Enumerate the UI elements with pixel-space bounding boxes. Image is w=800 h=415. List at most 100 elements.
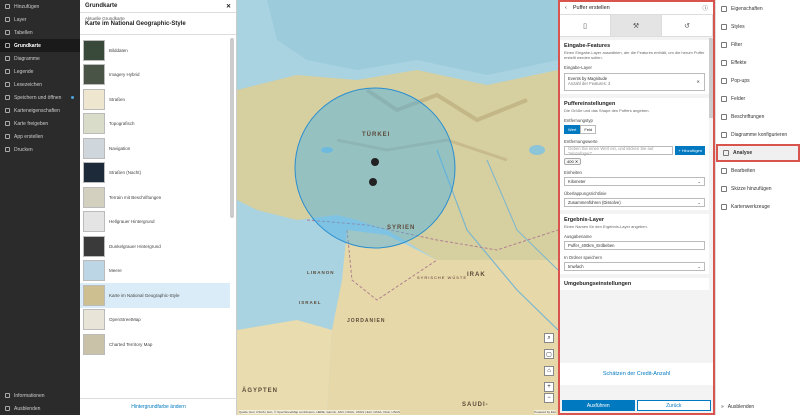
basemap-thumbnail — [83, 64, 105, 86]
remove-icon[interactable]: ✕ — [696, 79, 700, 84]
nav-item-share[interactable]: Karte freigeben — [0, 117, 80, 130]
output-name-input[interactable]: Puffer_400km_Erdbeben — [564, 241, 705, 250]
basemap-item[interactable]: Charted Territory Map — [80, 332, 230, 357]
chevron-down-icon: ⌄ — [697, 264, 701, 269]
basemap-thumbnail — [83, 333, 105, 355]
scrollbar[interactable] — [709, 38, 713, 118]
fields-icon — [721, 96, 727, 102]
basemap-item[interactable]: Karte im National Geographic-Style — [80, 283, 230, 308]
basemap-thumbnail — [83, 186, 105, 208]
nav-item-chart[interactable]: Diagramme — [0, 52, 80, 65]
nav-item-map-properties[interactable]: Karteneigenschaften — [0, 104, 80, 117]
nav-item-app[interactable]: App erstellen — [0, 130, 80, 143]
basemap-item[interactable]: Topografisch — [80, 112, 230, 137]
back-arrow-icon[interactable]: ‹ — [565, 5, 567, 11]
zoom-in-icon[interactable]: + — [544, 382, 554, 392]
properties-icon — [721, 6, 727, 12]
distance-chip[interactable]: 400 ✕ — [564, 158, 582, 165]
nav-item-plus[interactable]: Hinzufügen — [0, 0, 80, 13]
map-view[interactable]: TÜRKEI SYRIEN IRAK LIBANON ISRAEL JORDAN… — [237, 0, 558, 415]
nav-item-legend[interactable]: Legende — [0, 65, 80, 78]
info-icon[interactable]: ⓘ — [702, 4, 708, 12]
nav-item-print[interactable]: Drucken — [0, 143, 80, 156]
nav-item-layers[interactable]: Layer — [0, 13, 80, 26]
left-toolbar: Hinzufügen Layer Tabellen Grundkarte Diagram… — [0, 0, 80, 415]
basemap-item[interactable]: Hellgrauer Hintergrund — [80, 210, 230, 235]
nav-item-informationen[interactable]: Informationen — [0, 389, 80, 402]
panel-title: Puffer erstellen — [572, 5, 610, 11]
scrollbar[interactable] — [230, 38, 234, 218]
table-icon — [5, 30, 10, 35]
tool-item-fields[interactable]: Felder — [716, 90, 800, 108]
basemap-item[interactable]: OpenStreetMap — [80, 308, 230, 333]
nav-item-bookmark[interactable]: Lesezeichen — [0, 78, 80, 91]
distance-type-value[interactable]: Wert — [564, 125, 581, 134]
folder-select[interactable]: tmwfach ⌄ — [564, 262, 705, 271]
tool-item-edit[interactable]: Bearbeiten — [716, 162, 800, 180]
add-button[interactable]: + Hinzufügen — [675, 146, 705, 155]
tool-item-popup[interactable]: Pop-ups — [716, 72, 800, 90]
wrench-icon: ⚒ — [632, 22, 640, 30]
app-root: Hinzufügen Layer Tabellen Grundkarte Diagram… — [0, 0, 800, 415]
tool-item-labels[interactable]: Beschriftungen — [716, 108, 800, 126]
tool-item-properties[interactable]: Eigenschaften — [716, 0, 800, 18]
map-label-egypt: ÄGYPTEN — [242, 388, 279, 394]
basemap-list: Bilddaten Imagery Hybrid Straßen Topografis… — [80, 38, 230, 396]
input-layer-field[interactable]: Events by Magnitude Anzahl der Features:… — [564, 73, 705, 91]
overlap-select[interactable]: Zusammenführen (Dissolve) ⌄ — [564, 198, 705, 207]
tool-item-filter[interactable]: Filter — [716, 36, 800, 54]
nav-item-basemap[interactable]: Grundkarte — [0, 39, 80, 52]
tool-item-chart-config[interactable]: Diagramme konfigurieren — [716, 126, 800, 144]
document-icon: ▯ — [583, 22, 587, 30]
map-label-syria: SYRIEN — [387, 225, 416, 231]
unit-select[interactable]: Kilometer ⌄ — [564, 177, 705, 186]
home-icon[interactable]: ⌂ — [544, 366, 554, 376]
tool-item-analysis[interactable]: Analyse — [716, 144, 800, 162]
basemap-item[interactable]: Terrain mit Beschriftungen — [80, 185, 230, 210]
chevron-down-icon: ⌄ — [697, 200, 701, 205]
basemap-item[interactable]: Dunkelgrauer Hintergrund — [80, 234, 230, 259]
tool-item-map-tools[interactable]: Kartenwerkzeuge — [716, 198, 800, 216]
search-icon[interactable]: ⌕ — [544, 333, 554, 343]
right-toolbar: Eigenschaften Styles Filter Effekte Pop-ups F… — [715, 0, 800, 415]
basemap-item[interactable]: Imagery Hybrid — [80, 63, 230, 88]
basemap-item[interactable]: Navigation — [80, 136, 230, 161]
collapse-button[interactable]: » Ausblenden — [716, 398, 800, 415]
estimate-credits-link[interactable]: Schätzen der Credit-Anzahl — [560, 363, 713, 385]
basemap-thumbnail — [83, 309, 105, 331]
back-button[interactable]: Zurück — [636, 400, 711, 411]
form-scroll-area: Eingabe-Features Einen Eingabe-Layer aus… — [560, 38, 709, 385]
environment-section[interactable]: Umgebungseinstellungen — [560, 278, 709, 290]
tool-item-effects[interactable]: Effekte — [716, 54, 800, 72]
close-icon[interactable]: ✕ — [226, 3, 231, 10]
nav-item-save[interactable]: Speichern und öffnen — [0, 91, 80, 104]
tab-history[interactable]: ↺ — [662, 15, 713, 36]
basemap-thumbnail — [83, 113, 105, 135]
background-color-link[interactable]: Hintergrundfarbe ändern — [80, 398, 237, 415]
distance-input[interactable]: Geben Sie einen Wert ein, und klicken Si… — [564, 146, 674, 156]
save-icon — [5, 95, 10, 100]
map-properties-icon — [5, 108, 10, 113]
tab-document[interactable]: ▯ — [560, 15, 611, 36]
nav-item-table[interactable]: Tabellen — [0, 26, 80, 39]
current-basemap: Aktuelle Grundkarte Karte im National Ge… — [80, 13, 236, 35]
run-button[interactable]: Ausführen — [562, 400, 635, 411]
remove-chip-icon[interactable]: ✕ — [575, 159, 578, 164]
print-icon — [5, 147, 10, 152]
tab-tool[interactable]: ⚒ — [611, 15, 662, 36]
distance-type-field[interactable]: Feld — [580, 125, 597, 134]
basemap-item[interactable]: Bilddaten — [80, 38, 230, 63]
history-icon: ↺ — [684, 22, 690, 30]
map-tools-icon — [721, 204, 727, 210]
tool-item-styles[interactable]: Styles — [716, 18, 800, 36]
map-label-turkey: TÜRKEI — [362, 132, 391, 138]
select-icon[interactable]: ▢ — [544, 349, 554, 359]
basemap-item[interactable]: Straßen — [80, 87, 230, 112]
basemap-item[interactable]: Straßen (Nacht) — [80, 161, 230, 186]
nav-item-ausblenden[interactable]: Ausblenden — [0, 402, 80, 415]
basemap-item[interactable]: Meere — [80, 259, 230, 284]
tool-item-sketch[interactable]: Skizze hinzufügen — [716, 180, 800, 198]
chart-icon — [5, 56, 10, 61]
zoom-out-icon[interactable]: − — [544, 393, 554, 403]
labels-icon — [721, 114, 727, 120]
